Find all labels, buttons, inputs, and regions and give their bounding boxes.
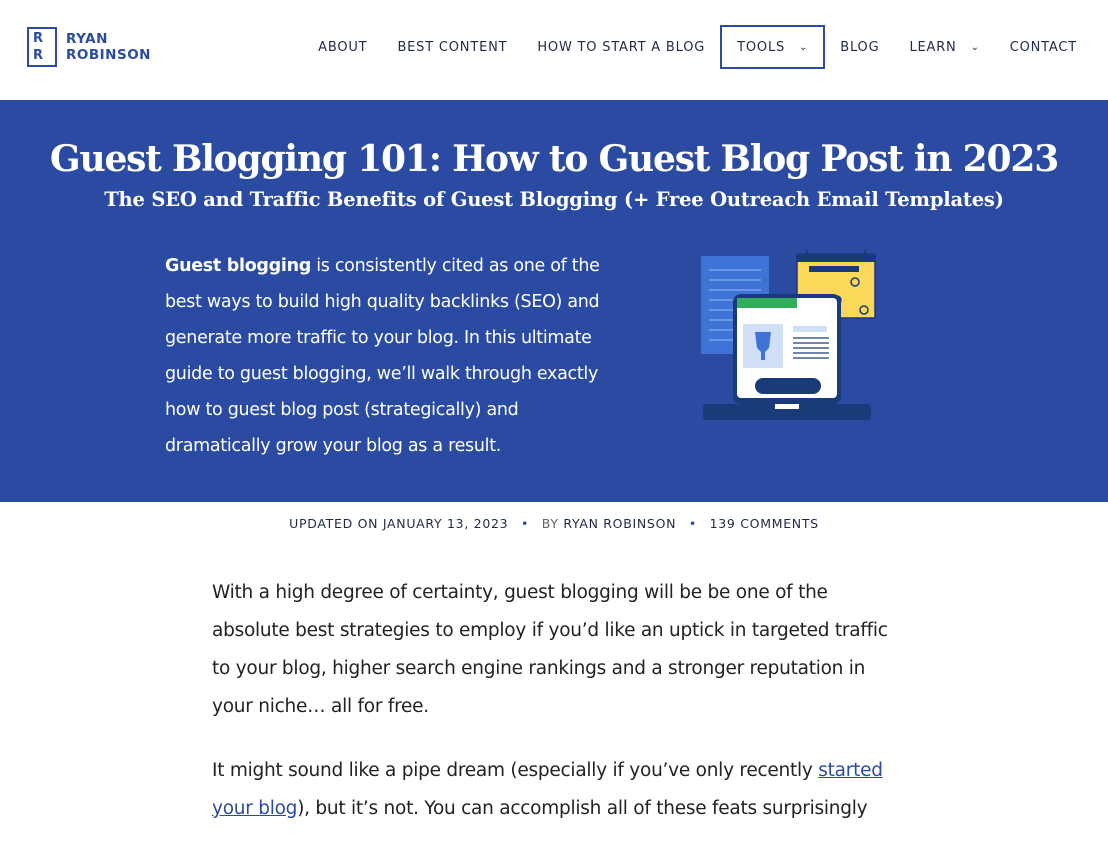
nav-tools[interactable]: TOOLS ⌄ [720,25,826,69]
hero-intro-bold: Guest blogging [165,256,311,276]
meta-separator: • [688,516,697,531]
nav-blog[interactable]: BLOG [825,25,894,69]
nav-learn-label: LEARN [909,39,957,55]
logo-mark-letter-bottom: R [33,48,44,63]
paragraph-1: With a high degree of certainty, guest b… [212,582,888,717]
article-body: With a high degree of certainty, guest b… [212,574,902,854]
updated-label: UPDATED ON [289,516,379,531]
comments-link[interactable]: 139 COMMENTS [710,516,819,531]
chevron-down-icon: ⌄ [799,41,809,53]
logo-line-1: RYAN [66,31,108,47]
nav-tools-label: TOOLS [737,39,786,55]
main-nav: ABOUT BEST CONTENT HOW TO START A BLOG T… [303,25,1092,69]
site-header: R R RYAN ROBINSON ABOUT BEST CONTENT HOW… [0,0,1108,100]
logo-text: RYAN ROBINSON [66,31,151,63]
logo-line-2: ROBINSON [66,47,151,63]
nav-learn[interactable]: LEARN ⌄ [894,25,994,69]
laptop-calendar-illustration [701,250,876,420]
nav-contact[interactable]: CONTACT [995,25,1092,69]
nav-best-content[interactable]: BEST CONTENT [382,25,522,69]
hero-banner: Guest Blogging 101: How to Guest Blog Po… [0,100,1108,502]
chevron-down-icon: ⌄ [970,41,980,53]
hero-intro: Guest blogging is consistently cited as … [165,248,615,464]
page-subtitle: The SEO and Traffic Benefits of Guest Bl… [104,188,1004,211]
paragraph-2-text: It might sound like a pipe dream (especi… [212,760,819,781]
page-title: Guest Blogging 101: How to Guest Blog Po… [49,138,1059,180]
paragraph-2: It might sound like a pipe dream (especi… [212,752,902,828]
site-logo[interactable]: R R RYAN ROBINSON [27,27,151,67]
logo-mark-letter-top: R [33,31,44,46]
author-link[interactable]: RYAN ROBINSON [563,516,676,531]
logo-mark: R R [27,27,57,67]
by-label: BY [541,516,559,531]
hero-intro-text: is consistently cited as one of the best… [165,256,600,456]
nav-about[interactable]: ABOUT [303,25,382,69]
paragraph-2-text-after: ), but it’s not. You can accomplish all … [297,798,868,819]
post-meta: UPDATED ON JANUARY 13, 2023 • BY RYAN RO… [0,516,1108,531]
meta-separator: • [520,516,530,531]
post-date: JANUARY 13, 2023 [382,516,509,531]
nav-how-to-start-a-blog[interactable]: HOW TO START A BLOG [522,25,720,69]
